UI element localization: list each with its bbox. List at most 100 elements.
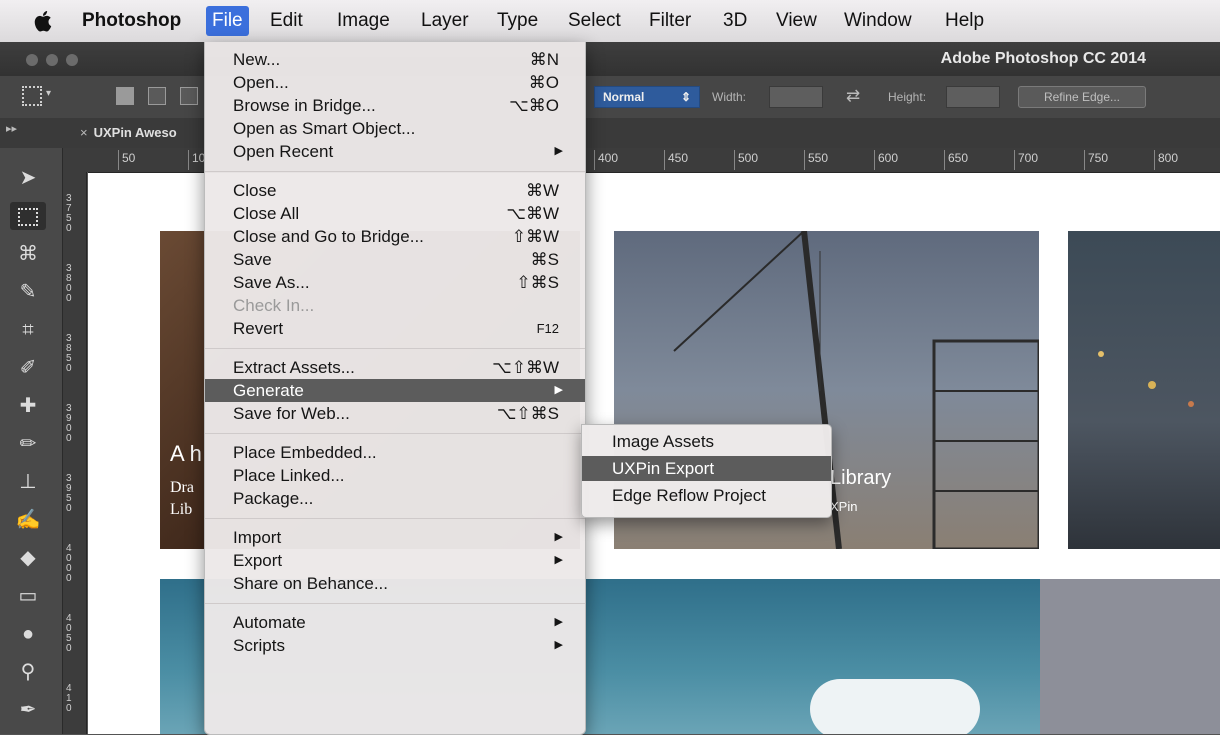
menu-item-open-recent[interactable]: Open Recent ▶	[205, 140, 585, 163]
menu-item-close-all[interactable]: Close All ⌥⌘W	[205, 202, 585, 225]
height-input[interactable]	[946, 86, 1000, 108]
submenu-item-image-assets[interactable]: Image Assets	[582, 429, 831, 454]
clone-stamp-tool-icon[interactable]: ⊥	[10, 468, 46, 496]
menu-window[interactable]: Window	[844, 0, 912, 42]
options-bar: ▾ Normal ⇕ Width: ⇄ Height: Refine Edge..…	[0, 76, 1220, 119]
zoom-window-button[interactable]	[66, 54, 78, 66]
submenu-arrow-icon: ▶	[554, 384, 563, 396]
marquee-preset-icon[interactable]	[22, 86, 42, 106]
menu-view[interactable]: View	[776, 0, 817, 42]
menu-separator	[205, 518, 585, 519]
lasso-tool-icon[interactable]: ⌘	[10, 240, 46, 268]
menu-item-scripts[interactable]: Scripts ▶	[205, 634, 585, 657]
refine-edge-button[interactable]: Refine Edge...	[1018, 86, 1146, 108]
menu-item-revert[interactable]: Revert F12	[205, 317, 585, 340]
chevron-down-icon[interactable]: ▾	[46, 88, 51, 99]
menu-item-extract-assets[interactable]: Extract Assets... ⌥⇧⌘W	[205, 356, 585, 379]
menu-item-import[interactable]: Import ▶	[205, 526, 585, 549]
menu-item-label: Close and Go to Bridge...	[233, 227, 424, 246]
cloud-graphic	[810, 679, 980, 734]
menu-separator	[205, 433, 585, 434]
style-select[interactable]: Normal ⇕	[594, 86, 700, 108]
swap-icon[interactable]: ⇄	[846, 86, 860, 106]
menu-filter[interactable]: Filter	[649, 0, 691, 42]
menu-photoshop[interactable]: Photoshop	[82, 0, 181, 42]
menu-item-label: Export	[233, 551, 283, 570]
menu-item-save-as[interactable]: Save As... ⇧⌘S	[205, 271, 585, 294]
double-arrow-icon[interactable]: ▸▸	[6, 122, 17, 135]
menu-item-close[interactable]: Close ⌘W	[205, 179, 585, 202]
brush-tool-icon[interactable]: ✏	[10, 430, 46, 458]
menu-item-share-on-behance[interactable]: Share on Behance...	[205, 572, 585, 595]
menu-image[interactable]: Image	[337, 0, 390, 42]
width-input[interactable]	[769, 86, 823, 108]
pen-tool-icon[interactable]: ✒	[10, 696, 46, 724]
menu-item-open-as-smart-object[interactable]: Open as Smart Object...	[205, 117, 585, 140]
eyedropper-tool-icon[interactable]: ✐	[10, 354, 46, 382]
submenu-item-edge-reflow-project[interactable]: Edge Reflow Project	[582, 483, 831, 508]
menu-item-label: New...	[233, 50, 281, 69]
menu-edit[interactable]: Edit	[270, 0, 303, 42]
menu-item-label: UXPin Export	[612, 459, 715, 478]
menu-layer[interactable]: Layer	[421, 0, 469, 42]
submenu-arrow-icon: ▶	[554, 554, 563, 566]
menu-item-automate[interactable]: Automate ▶	[205, 611, 585, 634]
menu-item-check-in: Check In...	[205, 294, 585, 317]
new-selection-icon[interactable]	[116, 87, 134, 105]
quick-selection-tool-icon[interactable]: ✎	[10, 278, 46, 306]
menu-item-close-and-go-to-bridge[interactable]: Close and Go to Bridge... ⇧⌘W	[205, 225, 585, 248]
crop-tool-icon[interactable]: ⌗	[10, 316, 46, 344]
dodge-tool-icon[interactable]: ⚲	[10, 658, 46, 686]
menu-item-save-for-web[interactable]: Save for Web... ⌥⇧⌘S	[205, 402, 585, 425]
eraser-tool-icon[interactable]: ◆	[10, 544, 46, 572]
blur-tool-icon[interactable]: ●	[10, 620, 46, 648]
menu-item-label: Edge Reflow Project	[612, 486, 767, 505]
submenu-item-uxpin-export[interactable]: UXPin Export	[582, 456, 831, 481]
menu-item-label: Open as Smart Object...	[233, 119, 416, 138]
menu-help[interactable]: Help	[945, 0, 984, 42]
marquee-tool-icon[interactable]	[10, 202, 46, 230]
add-selection-icon[interactable]	[148, 87, 166, 105]
healing-brush-tool-icon[interactable]: ✚	[10, 392, 46, 420]
menu-item-label: Revert	[233, 319, 284, 338]
menu-item-export[interactable]: Export ▶	[205, 549, 585, 572]
menu-select[interactable]: Select	[568, 0, 621, 42]
width-label: Width:	[712, 90, 747, 104]
apple-logo-icon[interactable]	[34, 0, 56, 42]
window-title: Adobe Photoshop CC 2014	[940, 50, 1146, 67]
menu-3d[interactable]: 3D	[723, 0, 747, 42]
shortcut-label: ⇧⌘S	[516, 273, 559, 292]
close-window-button[interactable]	[26, 54, 38, 66]
subtract-selection-icon[interactable]	[180, 87, 198, 105]
tab-close-icon[interactable]: ×	[80, 125, 88, 140]
menu-item-label: Generate	[233, 381, 304, 400]
card-text: Dra	[170, 479, 194, 496]
menu-item-place-linked[interactable]: Place Linked...	[205, 464, 585, 487]
ruler-tick: 50	[118, 150, 135, 170]
menu-type[interactable]: Type	[497, 0, 538, 42]
document-tab[interactable]: × UXPin Aweso	[80, 118, 177, 148]
submenu-arrow-icon: ▶	[554, 531, 563, 543]
menu-file[interactable]: File	[206, 6, 249, 36]
menu-item-label: Scripts	[233, 636, 285, 655]
menu-item-generate[interactable]: Generate ▶	[205, 379, 585, 402]
gradient-tool-icon[interactable]: ▭	[10, 582, 46, 610]
ruler-tick: 500	[734, 150, 758, 170]
ruler-tick: 3950	[66, 473, 72, 514]
menu-item-label: Import	[233, 528, 282, 547]
menu-item-browse-in-bridge[interactable]: Browse in Bridge... ⌥⌘O	[205, 94, 585, 117]
file-menu: New... ⌘N Open... ⌘O Browse in Bridge... ⌥⌘…	[204, 42, 586, 735]
menu-item-new[interactable]: New... ⌘N	[205, 48, 585, 71]
move-tool-icon[interactable]: ➤	[10, 164, 46, 192]
menu-item-place-embedded[interactable]: Place Embedded...	[205, 441, 585, 464]
history-brush-tool-icon[interactable]: ✍	[10, 506, 46, 534]
vertical-ruler[interactable]: 3750 3800 3850 3900 3950 4000 4050 410	[62, 172, 87, 734]
ruler-tick: 4050	[66, 613, 72, 654]
menu-item-label: Open Recent	[233, 142, 334, 161]
shortcut-label: ⌘W	[525, 181, 559, 200]
menu-item-open[interactable]: Open... ⌘O	[205, 71, 585, 94]
menu-item-label: Extract Assets...	[233, 358, 355, 377]
minimize-window-button[interactable]	[46, 54, 58, 66]
menu-item-save[interactable]: Save ⌘S	[205, 248, 585, 271]
menu-item-package[interactable]: Package...	[205, 487, 585, 510]
